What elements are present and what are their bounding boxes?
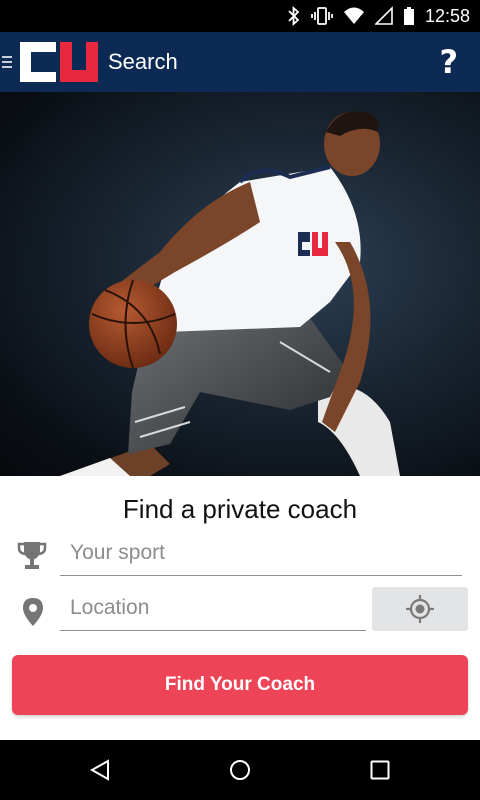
home-icon	[230, 760, 250, 780]
crosshair-icon	[406, 595, 434, 623]
hero-image	[0, 92, 480, 476]
system-nav-bar	[0, 740, 480, 800]
page-title: Search	[108, 49, 178, 74]
status-time: 12:58	[424, 5, 470, 26]
home-button[interactable]	[200, 740, 280, 800]
map-pin-icon	[23, 598, 43, 626]
find-your-coach-button[interactable]: Find Your Coach	[12, 655, 468, 715]
basketball-player-illustration	[60, 111, 400, 476]
wifi-icon	[343, 7, 364, 24]
recents-icon	[370, 760, 390, 780]
sport-field[interactable]	[60, 532, 462, 576]
search-headline: Find a private coach	[122, 494, 358, 524]
app-screen: 12:58 Search ? Find a private coach Your…	[0, 0, 480, 800]
location-input[interactable]	[60, 587, 366, 629]
trophy-icon	[17, 542, 47, 569]
recents-button[interactable]	[340, 740, 420, 800]
help-button[interactable]: ?	[439, 42, 458, 82]
back-icon	[89, 759, 109, 781]
use-current-location-button[interactable]	[372, 587, 468, 631]
sport-input[interactable]	[60, 532, 462, 574]
signal-icon	[374, 6, 393, 25]
status-bar: 12:58	[0, 0, 480, 32]
app-bar: Search ?	[0, 32, 480, 92]
bluetooth-icon	[288, 6, 300, 26]
location-field[interactable]	[60, 587, 366, 631]
menu-icon[interactable]	[0, 32, 14, 92]
vibrate-icon	[311, 7, 333, 25]
back-button[interactable]	[60, 740, 140, 800]
coachup-logo[interactable]	[16, 39, 102, 85]
search-card: Find a private coach Find Your Coach	[0, 476, 480, 740]
battery-icon	[403, 7, 414, 25]
